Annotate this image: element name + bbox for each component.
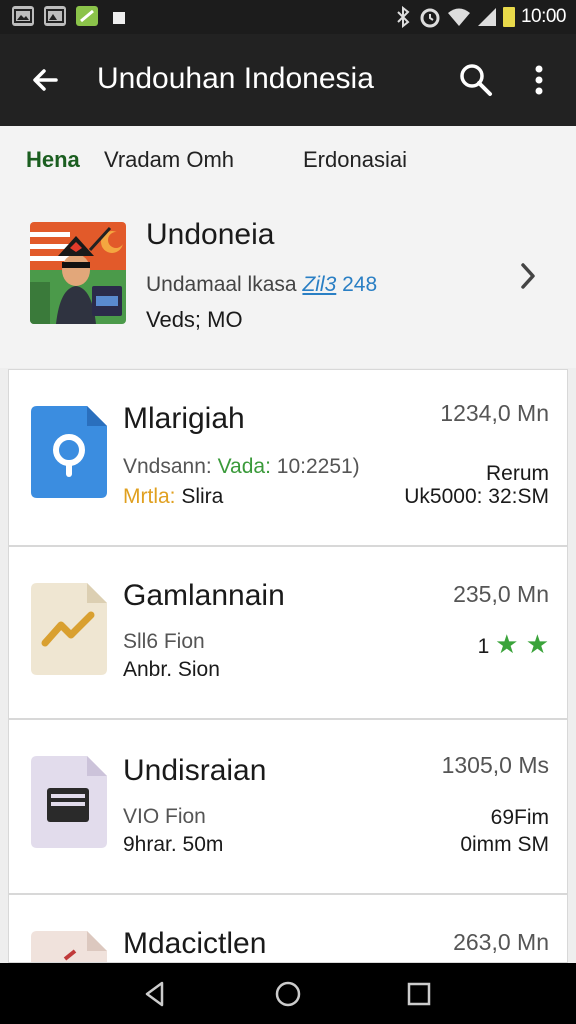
list-item-right-label: Rerum (485, 462, 549, 485)
back-nav-icon[interactable] (138, 977, 172, 1011)
list-item-subtitle-prefix: Vndsann: (123, 455, 212, 478)
list-item-size: 235,0 Mn (453, 581, 549, 607)
app-toolbar: Undouhan Indonesia (0, 34, 576, 126)
bluetooth-icon (397, 6, 410, 28)
back-arrow-icon[interactable] (26, 60, 66, 100)
document-file-icon (31, 756, 107, 848)
home-nav-icon[interactable] (271, 977, 305, 1011)
featured-app-version: 248 (342, 273, 378, 296)
featured-app-icon (30, 222, 126, 324)
rating-count: 1 (477, 635, 490, 658)
bag-notification-icon (108, 6, 130, 26)
list-item-rating: 1 ★ ★ (478, 629, 549, 660)
tab-hena[interactable]: Hena (26, 147, 80, 173)
chart-file-icon (31, 583, 107, 675)
list-item[interactable]: Gamlannain Sll6 Fion Anbr. Sion 235,0 Mn… (8, 546, 568, 719)
system-nav-bar (0, 963, 576, 1024)
list-item-size: 1305,0 Ms (441, 752, 549, 778)
more-options-icon[interactable] (524, 60, 554, 100)
category-tabs: Hena Vradam Omh Erdonasiai (0, 126, 576, 196)
recents-nav-icon[interactable] (402, 977, 436, 1011)
list-item-subtitle: Vndsann: Vada: 10:2251) (123, 455, 360, 479)
list-item[interactable]: Undisraian VIO Fion 9hrar. 50m 1305,0 Ms… (8, 719, 568, 894)
system-status: 10:00 (393, 6, 567, 28)
search-icon[interactable] (456, 60, 496, 100)
battery-icon (502, 7, 515, 27)
star-icon: ★ ★ (495, 629, 549, 659)
list-item-right-detail: Uk5000: 32:SM (404, 485, 549, 508)
list-item-subtitle: VIO Fion (123, 805, 206, 828)
wifi-icon (447, 8, 470, 26)
list-item[interactable]: Mlarigiah Vndsann: Vada: 10:2251) Mrtla:… (8, 369, 568, 546)
list-item-title: Gamlannain (123, 579, 285, 612)
status-time: 10:00 (520, 6, 567, 27)
toolbar-title: Undouhan Indonesia (97, 62, 374, 95)
list-item-title: Undisraian (123, 754, 267, 787)
list-item-subtitle: Sll6 Fion (123, 630, 205, 653)
list-item-subtitle-highlight: Vada: (217, 455, 271, 478)
status-bar: 10:00 (0, 0, 576, 34)
featured-app-link[interactable]: Zil3 (302, 273, 336, 296)
list-item-meta: Mrtla: Slira (123, 485, 223, 509)
featured-app-meta: Veds; MO (146, 307, 243, 332)
list-item-meta: 9hrar. 50m (123, 833, 224, 856)
photo-notification-icon (12, 6, 34, 26)
tab-erdonasiai[interactable]: Erdonasiai (303, 147, 407, 173)
list-item-size: 1234,0 Mn (440, 400, 549, 426)
alarm-icon (420, 8, 440, 28)
featured-app-subtitle: Undamaal lkasa Zil3 248 (146, 273, 377, 297)
list-item-meta: Anbr. Sion (123, 658, 220, 681)
list-item-right-detail: 0imm SM (460, 833, 549, 856)
signal-icon (477, 8, 496, 26)
list-item-subtitle-suffix: 10:2251) (276, 455, 360, 478)
file-icon (31, 931, 107, 962)
list-item-meta-rest: Slira (181, 485, 224, 508)
featured-app-title: Undoneia (146, 218, 275, 251)
featured-app[interactable]: Undoneia Undamaal lkasa Zil3 248 Veds; M… (0, 196, 576, 368)
list-item-title: Mlarigiah (123, 402, 245, 435)
list-item-title: Mdacictlen (123, 927, 267, 960)
featured-app-publisher: Undamaal lkasa (146, 273, 297, 296)
list-item-size: 263,0 Mn (453, 929, 549, 955)
list-item[interactable]: Mdacictlen 263,0 Mn (8, 894, 568, 963)
tab-vradam-omh[interactable]: Vradam Omh (104, 147, 234, 173)
list-item-meta-highlight: Mrtla: (123, 485, 176, 508)
app-notification-icon (76, 6, 98, 26)
notification-icons (12, 6, 130, 26)
location-file-icon (31, 406, 107, 498)
chevron-right-icon[interactable] (512, 260, 544, 292)
list-item-right-label: 69Fim (490, 806, 549, 829)
image-notification-icon (44, 6, 66, 26)
